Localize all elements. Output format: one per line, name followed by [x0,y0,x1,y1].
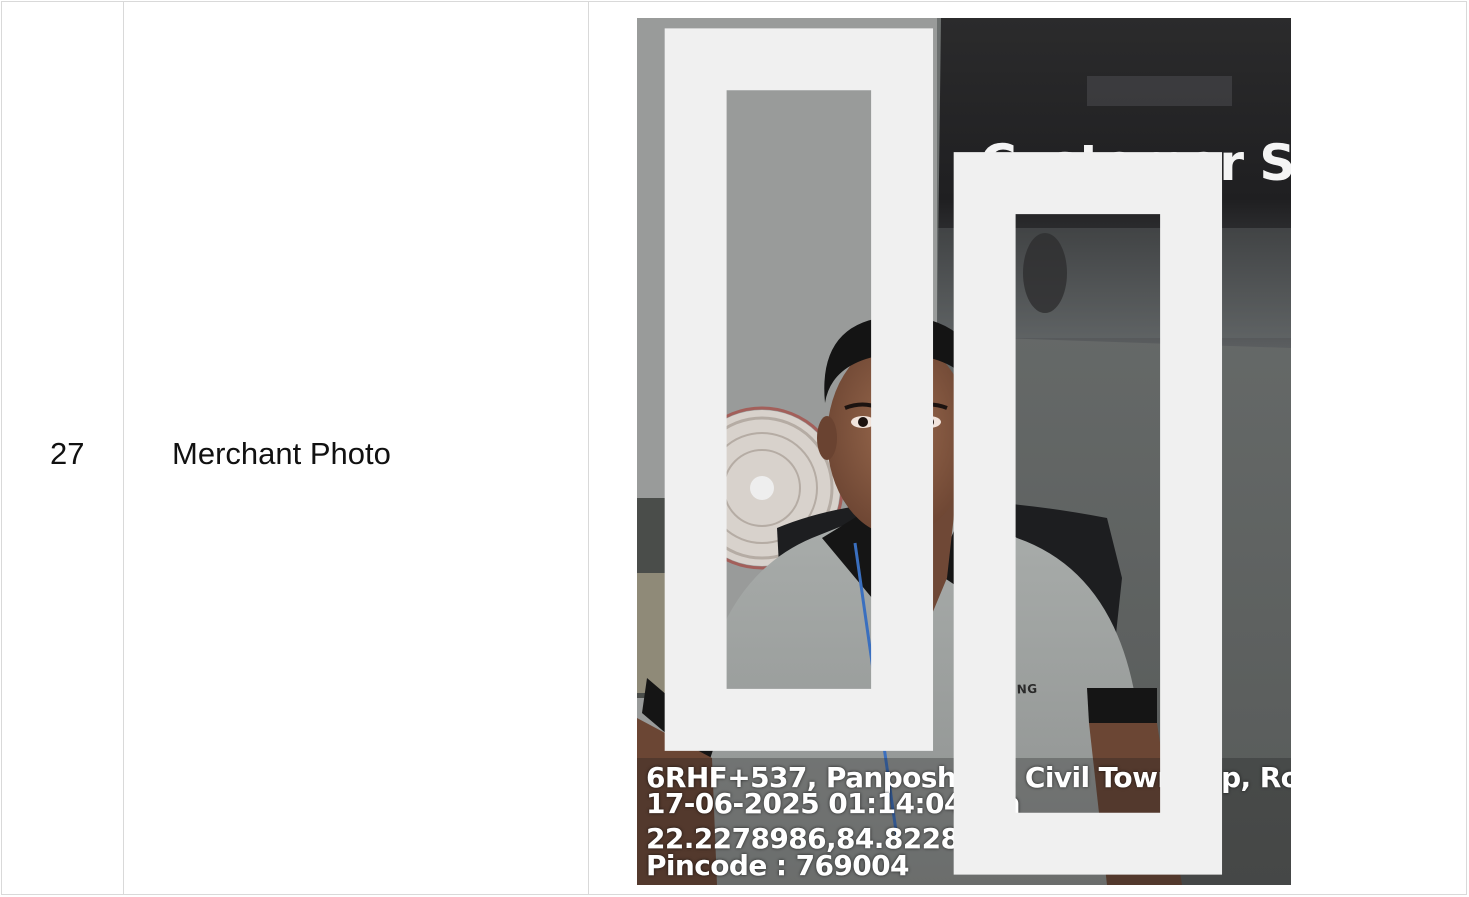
row-number: 27 [50,436,85,471]
field-label-cell: Merchant Photo [124,2,589,894]
field-value-cell: Customer Se SAMSUNG 6RHF+537, Panposh Rd… [589,2,1466,894]
row-number-cell: 27 [2,2,124,894]
data-table: 27 Merchant Photo Customer S SAMSUNG 6RH… [0,0,1469,897]
table-row: 27 Merchant Photo Customer S SAMSUNG 6RH… [1,1,1467,895]
field-label: Merchant Photo [172,436,391,471]
camera-brand-logo-icon [664,28,1223,875]
merchant-photo[interactable]: Customer Se SAMSUNG 6RHF+537, Panposh Rd… [637,18,1291,885]
